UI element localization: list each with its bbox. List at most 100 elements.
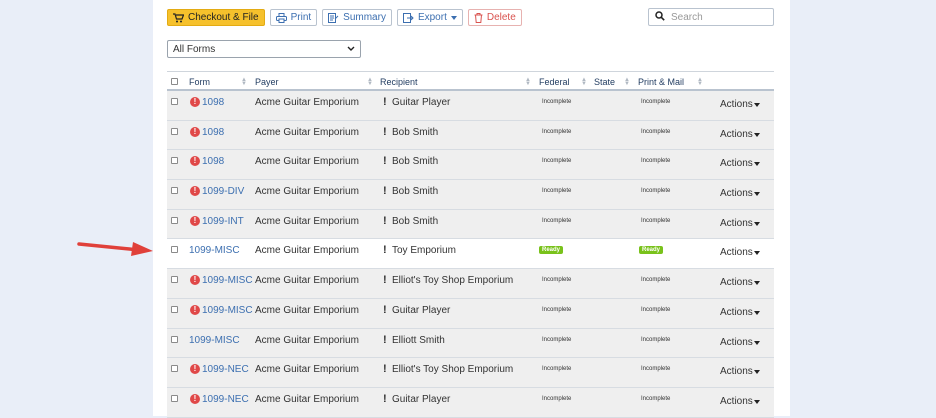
table-row[interactable]: 1099-MISC Acme Guitar Emporium! Toy Empori… xyxy=(167,239,774,270)
caret-down-icon[interactable] xyxy=(754,340,760,345)
sort-recipient-icon[interactable]: ▲ ▼ xyxy=(525,77,531,87)
summary-label: Summary xyxy=(343,12,386,23)
federal-status-badge: Ready xyxy=(539,246,564,255)
print-mail-status: Incomplete xyxy=(641,336,671,343)
recipient-name: Bob Smith xyxy=(392,156,439,168)
column-header-state[interactable]: State xyxy=(594,77,615,87)
error-icon: ! xyxy=(190,364,200,375)
form-type-link[interactable]: 1099-MISC xyxy=(189,335,240,346)
sort-print-mail-icon[interactable]: ▲ ▼ xyxy=(697,77,703,87)
delete-button[interactable]: Delete xyxy=(467,9,522,26)
caret-down-icon[interactable] xyxy=(754,281,760,286)
recipient-name: Bob Smith xyxy=(392,215,439,227)
row-checkbox[interactable] xyxy=(171,394,178,402)
form-type-link[interactable]: 1099-MISC xyxy=(189,245,240,256)
summary-document-icon xyxy=(328,12,339,23)
recipient-warning-icon: ! xyxy=(383,155,387,168)
row-checkbox[interactable] xyxy=(171,365,178,373)
form-type-link[interactable]: 1099-MISC xyxy=(202,305,253,316)
row-checkbox[interactable] xyxy=(171,157,178,165)
error-icon: ! xyxy=(190,156,200,167)
actions-dropdown[interactable]: Actions xyxy=(720,366,753,377)
caret-down-icon[interactable] xyxy=(754,370,760,375)
print-mail-status: Incomplete xyxy=(641,217,671,224)
export-icon xyxy=(402,12,414,23)
recipient-name: Bob Smith xyxy=(392,126,439,138)
summary-button[interactable]: Summary xyxy=(322,9,392,26)
select-all-checkbox[interactable] xyxy=(171,78,178,85)
row-checkbox[interactable] xyxy=(171,305,178,313)
column-header-print-mail[interactable]: Print & Mail xyxy=(638,77,684,87)
caret-down-icon[interactable] xyxy=(754,251,760,256)
export-dropdown-button[interactable]: Export xyxy=(396,9,463,26)
actions-dropdown[interactable]: Actions xyxy=(720,247,753,258)
print-button[interactable]: Print xyxy=(269,9,318,26)
federal-status: Incomplete xyxy=(542,336,572,343)
table-row[interactable]: ! 1098 Acme Guitar Emporium! Guitar Player I… xyxy=(167,91,774,121)
sort-state-icon[interactable]: ▲ ▼ xyxy=(624,77,630,87)
sort-form-icon[interactable]: ▲ ▼ xyxy=(241,77,247,87)
actions-dropdown[interactable]: Actions xyxy=(720,129,753,140)
form-type-link[interactable]: 1099-NEC xyxy=(202,394,249,405)
actions-dropdown[interactable]: Actions xyxy=(720,337,753,348)
row-checkbox[interactable] xyxy=(171,187,178,195)
form-type-link[interactable]: 1099-NEC xyxy=(202,364,249,375)
caret-down-icon[interactable] xyxy=(754,162,760,167)
caret-down-icon[interactable] xyxy=(754,103,760,107)
caret-down-icon[interactable] xyxy=(754,399,760,404)
actions-dropdown[interactable]: Actions xyxy=(720,396,753,407)
form-type-link[interactable]: 1099-MISC xyxy=(202,275,253,286)
federal-status: Incomplete xyxy=(542,158,572,165)
actions-dropdown[interactable]: Actions xyxy=(720,277,753,288)
table-row[interactable]: ! 1098 Acme Guitar Emporium! Bob Smith Incom… xyxy=(167,120,774,151)
search-input[interactable] xyxy=(671,11,766,23)
payer-name: Acme Guitar Emporium xyxy=(255,156,359,168)
form-type-link[interactable]: 1098 xyxy=(202,97,224,108)
search-box[interactable] xyxy=(648,8,774,26)
federal-status: Incomplete xyxy=(542,277,572,284)
form-type-link[interactable]: 1099-DIV xyxy=(202,186,244,197)
row-checkbox[interactable] xyxy=(171,276,178,284)
actions-dropdown[interactable]: Actions xyxy=(720,188,753,199)
caret-down-icon[interactable] xyxy=(754,310,760,315)
trash-icon xyxy=(474,12,483,23)
table-row[interactable]: ! 1099-MISC Acme Guitar Emporium! Guitar Pl… xyxy=(167,298,774,329)
caret-down-icon[interactable] xyxy=(754,221,760,226)
table-row[interactable]: ! 1099-DIV Acme Guitar Emporium! Bob Smith I… xyxy=(167,180,774,210)
row-checkbox[interactable] xyxy=(171,246,178,254)
payer-name: Acme Guitar Emporium xyxy=(255,275,359,287)
actions-dropdown[interactable]: Actions xyxy=(720,99,753,110)
sort-federal-icon[interactable]: ▲ ▼ xyxy=(581,77,587,87)
table-row[interactable]: 1099-MISC Acme Guitar Emporium! Elliott Sm… xyxy=(167,328,774,359)
actions-dropdown[interactable]: Actions xyxy=(720,307,753,318)
column-header-form[interactable]: Form xyxy=(189,77,210,87)
actions-dropdown[interactable]: Actions xyxy=(720,218,753,229)
print-mail-status: Incomplete xyxy=(641,395,671,402)
form-type-filter-select[interactable]: All Forms xyxy=(167,40,361,58)
column-header-recipient[interactable]: Recipient xyxy=(380,77,418,87)
form-type-link[interactable]: 1098 xyxy=(202,156,224,167)
form-type-link[interactable]: 1099-INT xyxy=(202,216,244,227)
sort-payer-icon[interactable]: ▲ ▼ xyxy=(367,77,373,87)
table-header: Form ▲ ▼ Payer ▲ ▼ Recipient ▲ ▼ Federal ▲ ▼… xyxy=(167,71,774,91)
row-checkbox[interactable] xyxy=(171,98,178,105)
row-checkbox[interactable] xyxy=(171,127,178,135)
toolbar: Checkout & File Print Summary Export Del… xyxy=(167,9,522,26)
table-row[interactable]: ! 1099-NEC Acme Guitar Emporium! Guitar Pla… xyxy=(167,387,774,418)
payer-name: Acme Guitar Emporium xyxy=(255,304,359,316)
actions-dropdown[interactable]: Actions xyxy=(720,158,753,169)
table-row[interactable]: ! 1099-NEC Acme Guitar Emporium! Elliot's T… xyxy=(167,358,774,388)
column-header-payer[interactable]: Payer xyxy=(255,77,279,87)
form-type-link[interactable]: 1098 xyxy=(202,127,224,138)
caret-down-icon[interactable] xyxy=(754,132,760,137)
row-checkbox[interactable] xyxy=(171,335,178,343)
row-checkbox[interactable] xyxy=(171,216,178,224)
table-row[interactable]: ! 1098 Acme Guitar Emporium! Bob Smith Incom… xyxy=(167,150,774,181)
caret-down-icon[interactable] xyxy=(754,192,760,197)
checkout-file-button[interactable]: Checkout & File xyxy=(167,9,265,26)
recipient-warning-icon: ! xyxy=(383,363,387,376)
table-row[interactable]: ! 1099-INT Acme Guitar Emporium! Bob Smith I… xyxy=(167,209,774,240)
table-row[interactable]: ! 1099-MISC Acme Guitar Emporium! Elliot's … xyxy=(167,269,774,299)
error-icon: ! xyxy=(190,186,200,197)
column-header-federal[interactable]: Federal xyxy=(539,77,570,87)
